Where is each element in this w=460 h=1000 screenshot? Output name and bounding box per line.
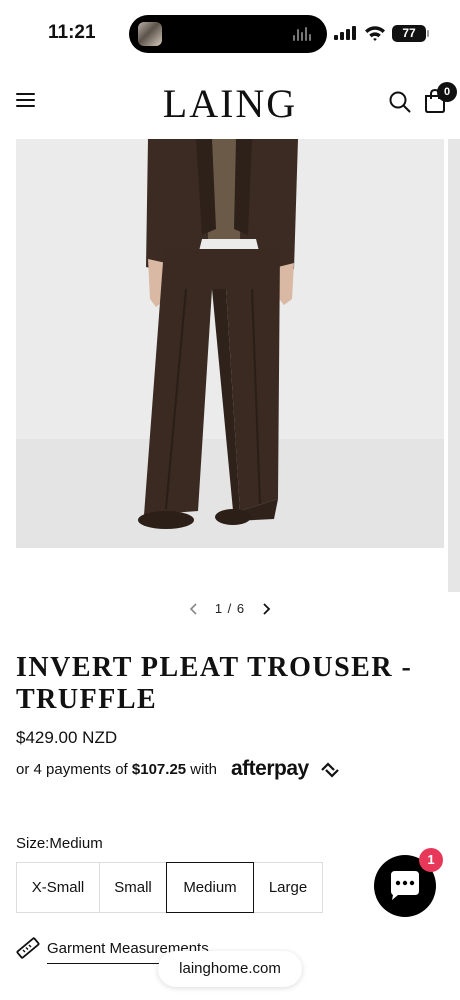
search-icon[interactable] <box>389 91 411 113</box>
site-header: LAING 0 <box>0 66 460 138</box>
size-options: X-Small Small Medium Large <box>16 862 323 913</box>
signal-icon <box>334 26 356 40</box>
size-option-small[interactable]: Small <box>99 862 167 913</box>
afterpay-amount: $107.25 <box>131 761 187 778</box>
status-bar: 11:21 77 <box>0 0 460 66</box>
battery-tip <box>427 30 429 37</box>
afterpay-prefix: or 4 payments of <box>16 761 132 778</box>
chat-notification-badge: 1 <box>419 848 443 872</box>
gallery-indicator: 1 / 6 <box>214 601 246 616</box>
product-price: $429.00 NZD <box>16 728 118 747</box>
product-image[interactable] <box>16 139 444 548</box>
size-option-large[interactable]: Large <box>253 862 323 913</box>
cart-count-badge: 0 <box>437 82 457 102</box>
ruler-icon <box>16 937 40 959</box>
size-option-xsmall[interactable]: X-Small <box>16 862 100 913</box>
dynamic-island[interactable] <box>129 15 327 53</box>
afterpay-arrows-icon <box>321 762 339 778</box>
next-image-peek[interactable] <box>448 139 460 592</box>
product-gallery[interactable] <box>0 139 460 592</box>
chevron-left-icon[interactable] <box>186 600 202 618</box>
battery-icon: 77 <box>392 25 426 42</box>
size-label: Size:Medium <box>16 835 103 852</box>
status-icons: 77 <box>334 22 434 44</box>
afterpay-suffix: with <box>186 761 217 778</box>
now-playing-thumbnail <box>138 22 162 46</box>
audio-waveform-icon <box>293 27 313 41</box>
gallery-pager: 1 / 6 <box>0 598 460 620</box>
afterpay-logo: afterpay <box>231 757 309 780</box>
size-selected-value: Medium <box>49 835 103 852</box>
size-option-medium[interactable]: Medium <box>166 862 254 913</box>
browser-url-bar[interactable]: lainghome.com <box>158 951 302 987</box>
chevron-right-icon[interactable] <box>258 600 274 618</box>
status-time: 11:21 <box>48 22 96 43</box>
product-title: INVERT PLEAT TROUSER - TRUFFLE <box>16 652 413 715</box>
afterpay-message[interactable]: or 4 payments of $107.25 with afterpay <box>16 757 436 784</box>
wifi-icon <box>365 26 385 41</box>
size-label-text: Size: <box>16 835 50 852</box>
afterpay-text: or 4 payments of $107.25 with <box>16 761 217 778</box>
